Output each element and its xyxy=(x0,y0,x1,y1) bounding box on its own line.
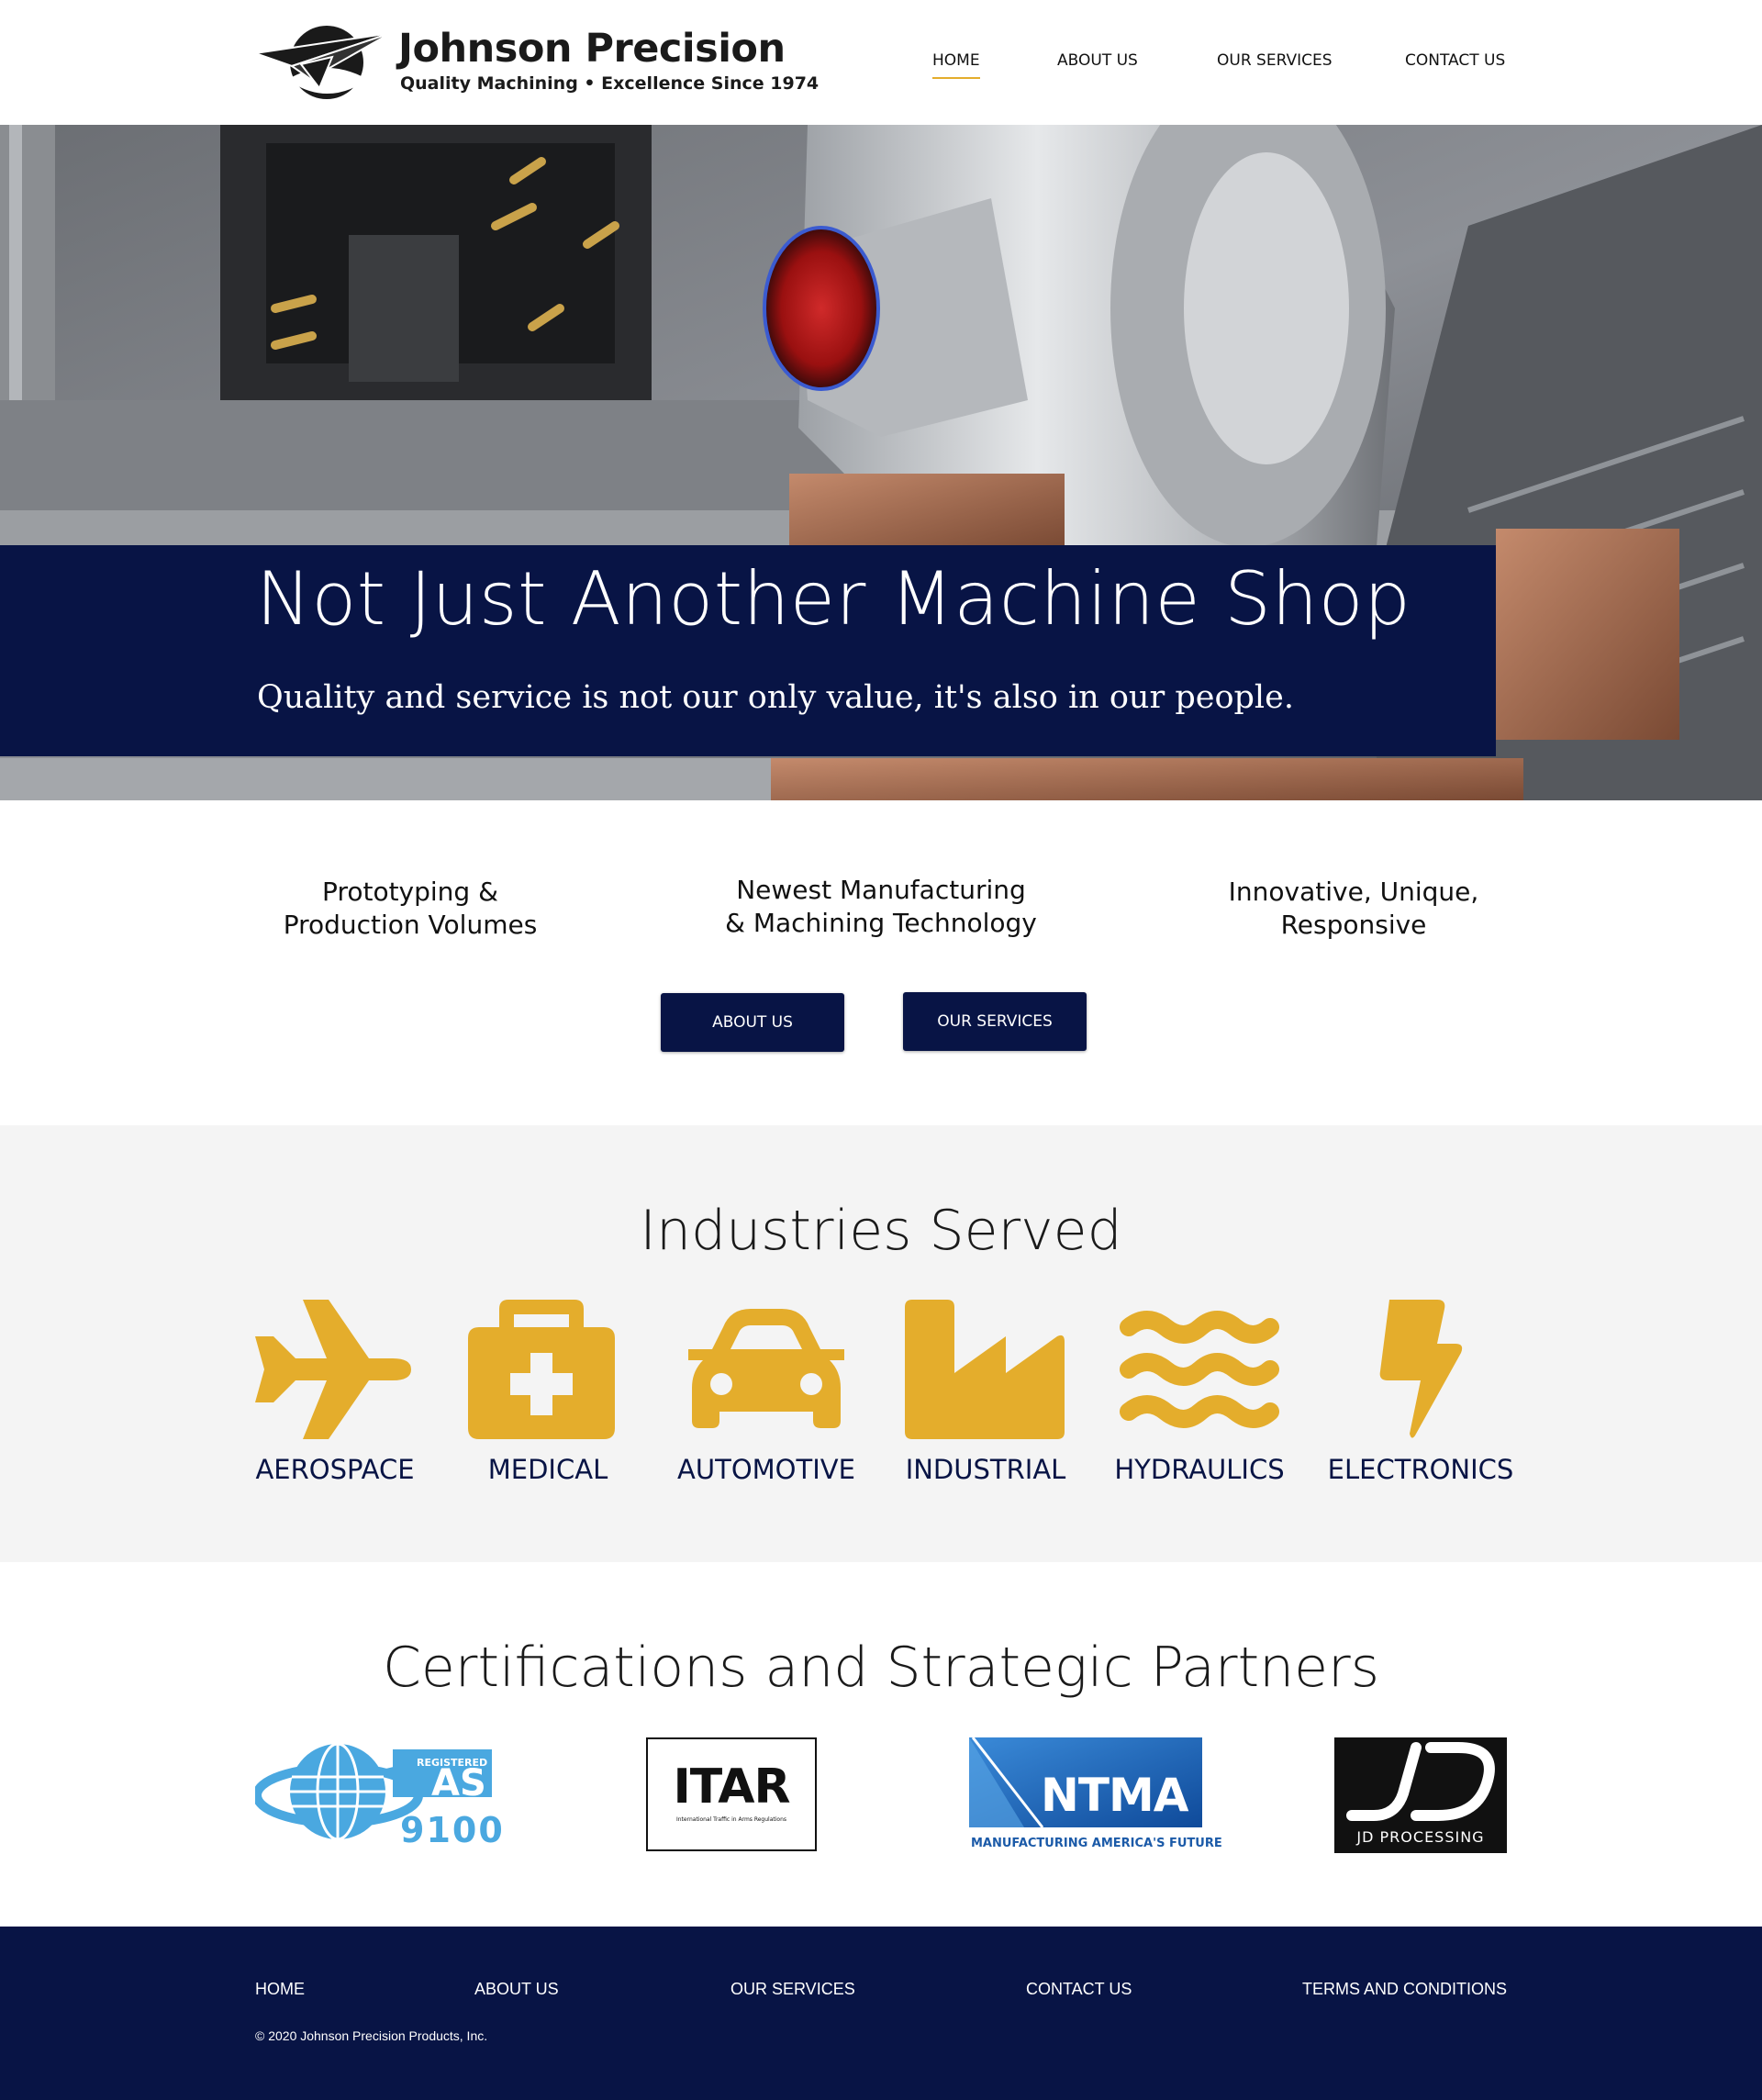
site-footer xyxy=(0,1927,1762,2100)
itar-name: ITAR xyxy=(673,1759,790,1815)
hero-section: Not Just Another Machine Shop Quality an… xyxy=(0,125,1762,800)
ntma-logo: NTMA MANUFACTURING AMERICA'S FUTURE xyxy=(969,1737,1222,1855)
lightning-icon xyxy=(1379,1300,1463,1438)
ntma-caption: MANUFACTURING AMERICA'S FUTURE xyxy=(971,1837,1222,1850)
industry-label-medical: MEDICAL xyxy=(487,1454,608,1485)
feature-line: Production Volumes xyxy=(283,910,538,940)
footer-link-terms[interactable]: TERMS AND CONDITIONS xyxy=(1302,1980,1507,1999)
industry-label-industrial: INDUSTRIAL xyxy=(905,1454,1066,1485)
jd-caption: JD PROCESSING xyxy=(1356,1828,1485,1846)
nav-home[interactable]: HOME xyxy=(932,51,980,79)
footer-link-our-services[interactable]: OUR SERVICES xyxy=(730,1980,855,1999)
industry-label-electronics: ELECTRONICS xyxy=(1327,1454,1514,1485)
waves-icon xyxy=(1120,1311,1279,1428)
nav-our-services[interactable]: OUR SERVICES xyxy=(1217,51,1333,70)
feature-technology: Newest Manufacturing & Machining Technol… xyxy=(679,874,1083,940)
footer-link-home[interactable]: HOME xyxy=(255,1980,305,1999)
copyright: © 2020 Johnson Precision Products, Inc. xyxy=(255,2028,488,2043)
industries-title: Industries Served xyxy=(640,1199,1122,1263)
certifications-title: Certifications and Strategic Partners xyxy=(383,1636,1379,1700)
brand-logo[interactable]: Johnson Precision Quality Machining • Ex… xyxy=(255,22,819,105)
hero-subtitle: Quality and service is not our only valu… xyxy=(257,679,1294,716)
feature-prototyping: Prototyping & Production Volumes xyxy=(208,876,612,942)
feature-line: Newest Manufacturing xyxy=(736,875,1026,905)
footer-link-contact-us[interactable]: CONTACT US xyxy=(1026,1980,1132,1999)
feature-line: Prototyping & xyxy=(322,877,498,907)
feature-line: & Machining Technology xyxy=(725,908,1037,938)
jd-monogram-icon xyxy=(1346,1742,1495,1821)
nav-about-us[interactable]: ABOUT US xyxy=(1057,51,1138,70)
itar-caption: International Traffic in Arms Regulation… xyxy=(675,1816,787,1823)
as9100-logo: REGISTERED AS 9100 xyxy=(255,1735,503,1854)
feature-line: Innovative, Unique, xyxy=(1228,877,1479,907)
medical-kit-icon xyxy=(468,1300,615,1439)
feature-line: Responsive xyxy=(1280,910,1427,940)
hero-title: Not Just Another Machine Shop xyxy=(256,556,1411,642)
brand-tagline: Quality Machining • Excellence Since 197… xyxy=(400,73,820,94)
ntma-name: NTMA xyxy=(1041,1769,1188,1822)
as9100-number: 9100 xyxy=(400,1810,505,1850)
itar-logo: ITAR International Traffic in Arms Regul… xyxy=(646,1737,817,1851)
industry-label-automotive: AUTOMOTIVE xyxy=(677,1454,855,1485)
factory-icon xyxy=(905,1300,1065,1439)
site-header: Johnson Precision Quality Machining • Ex… xyxy=(0,0,1762,125)
nav-contact-us[interactable]: CONTACT US xyxy=(1405,51,1505,70)
our-services-button[interactable]: OUR SERVICES xyxy=(903,992,1087,1051)
industry-label-hydraulics: HYDRAULICS xyxy=(1114,1454,1285,1485)
footer-link-about-us[interactable]: ABOUT US xyxy=(474,1980,559,1999)
feature-innovative: Innovative, Unique, Responsive xyxy=(1152,876,1556,942)
airplane-icon xyxy=(255,1300,411,1439)
brand-name: Johnson Precision xyxy=(398,26,786,72)
jd-processing-logo: JD PROCESSING xyxy=(1334,1737,1507,1853)
industry-label-aerospace: AEROSPACE xyxy=(255,1454,415,1485)
car-icon xyxy=(688,1309,844,1428)
paper-plane-logo-icon xyxy=(255,26,392,99)
as9100-as: AS xyxy=(431,1762,486,1804)
about-us-button[interactable]: ABOUT US xyxy=(661,993,844,1052)
